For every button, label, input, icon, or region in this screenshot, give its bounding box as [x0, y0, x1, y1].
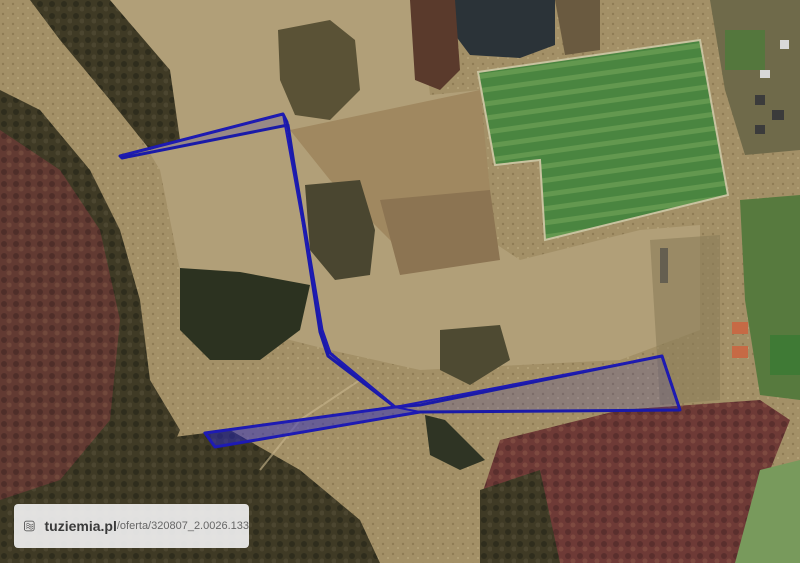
house-1	[755, 95, 765, 105]
watermark-badge[interactable]: tuziemia.pl /oferta/320807_2.0026.133	[14, 504, 249, 548]
map-logo-icon	[24, 520, 35, 532]
pond	[455, 0, 555, 58]
watermark-domain: tuziemia.pl	[44, 518, 117, 534]
map-view[interactable]: tuziemia.pl /oferta/320807_2.0026.133	[0, 0, 800, 563]
house-5	[760, 70, 770, 78]
aerial-image	[0, 0, 800, 563]
roof-1	[732, 322, 748, 334]
lawn-east	[770, 335, 800, 375]
house-4	[780, 40, 789, 49]
house-3	[755, 125, 765, 134]
roof-2	[732, 346, 748, 358]
pond-trees	[410, 0, 460, 90]
plowed-field-south	[380, 190, 500, 275]
watermark-path: /oferta/320807_2.0026.133	[116, 520, 249, 532]
house-2	[772, 110, 784, 120]
green-lawns	[725, 30, 765, 70]
